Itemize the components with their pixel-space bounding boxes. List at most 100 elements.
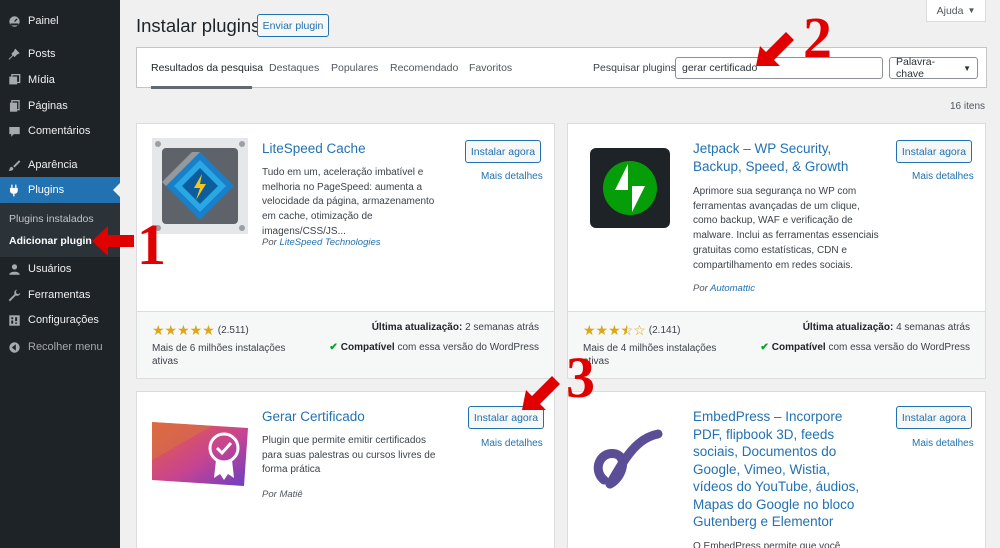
sidebar-item-paginas[interactable]: Páginas xyxy=(0,93,120,119)
rating-count: (2.511) xyxy=(217,325,249,336)
plugin-title[interactable]: LiteSpeed Cache xyxy=(262,140,366,158)
plugin-title-line: vídeos do YouTube, áudios, xyxy=(693,479,860,494)
plugin-title-line: Jetpack – WP Security, xyxy=(693,141,832,156)
sidebar-item-label: Plugins xyxy=(28,184,65,196)
settings-icon xyxy=(7,313,21,327)
plugin-title[interactable]: Gerar Certificado xyxy=(262,408,365,426)
more-details-link[interactable]: Mais detalhes xyxy=(481,438,543,449)
check-icon: ✔ xyxy=(329,342,338,353)
author-prefix: Por xyxy=(262,237,277,248)
install-now-button[interactable]: Instalar agora xyxy=(465,140,541,163)
plugin-title-line: Gutenberg e Elementor xyxy=(693,514,834,529)
page-title: Instalar plugins xyxy=(136,15,261,36)
sidebar-item-configuracoes[interactable]: Configurações xyxy=(0,307,120,333)
plugin-filter-bar: Resultados da pesquisa Destaques Popular… xyxy=(136,47,987,89)
collapse-menu-button[interactable]: Recolher menu xyxy=(0,334,120,360)
tab-search-results[interactable]: Resultados da pesquisa xyxy=(151,62,263,74)
sidebar-item-label: Configurações xyxy=(28,314,99,326)
plugin-icon xyxy=(7,183,21,197)
more-details-link[interactable]: Mais detalhes xyxy=(912,171,974,182)
plugin-description: O EmbedPress permite que você xyxy=(693,541,841,548)
plugin-author: Por LiteSpeed Technologies xyxy=(262,237,381,248)
author-link[interactable]: LiteSpeed Technologies xyxy=(279,237,380,248)
collapse-icon xyxy=(7,340,21,354)
author-name: Matiê xyxy=(279,489,303,500)
plugin-title-line: EmbedPress – Incorpore xyxy=(693,409,843,424)
last-updated: Última atualização: 4 semanas atrás xyxy=(803,322,970,333)
annotation-number-1: 1 xyxy=(137,212,166,277)
help-label: Ajuda xyxy=(936,4,964,17)
plugin-description: Plugin que permite emitir certificados p… xyxy=(262,435,436,476)
author-link[interactable]: Automattic xyxy=(710,283,755,294)
caret-down-icon: ▼ xyxy=(967,6,976,15)
plugin-card-gerar-certificado: Gerar Certificado Plugin que permite emi… xyxy=(136,391,555,548)
upload-plugin-button[interactable]: Enviar plugin xyxy=(257,14,329,37)
tab-recommended[interactable]: Recomendado xyxy=(390,62,458,74)
install-now-button[interactable]: Instalar agora xyxy=(468,406,544,429)
submenu-item-installed-plugins[interactable]: Plugins instalados xyxy=(9,213,94,225)
embedpress-logo-icon xyxy=(588,420,668,500)
brush-icon xyxy=(7,158,21,172)
plugin-title[interactable]: EmbedPress – Incorpore PDF, flipbook 3D,… xyxy=(693,408,859,531)
sidebar-item-ferramentas[interactable]: Ferramentas xyxy=(0,282,120,308)
dashboard-icon xyxy=(7,14,21,28)
plugin-card-litespeed: LiteSpeed Cache Tudo em um, aceleração i… xyxy=(136,123,555,379)
plugin-description: Aprimore sua segurança no WP com ferrame… xyxy=(693,186,879,271)
help-tab-button[interactable]: Ajuda ▼ xyxy=(926,0,986,22)
author-prefix: Por xyxy=(262,489,277,500)
sidebar-item-painel[interactable]: Painel xyxy=(0,8,120,34)
sidebar-item-label: Mídia xyxy=(28,74,55,86)
compatibility: ✔ Compatível com essa versão do WordPress xyxy=(760,342,970,353)
search-label: Pesquisar plugins xyxy=(593,62,676,74)
active-installs: Mais de 4 milhões instalações ativas xyxy=(583,343,717,367)
rating-count: (2.141) xyxy=(648,325,681,336)
last-updated-label: Última atualização: xyxy=(802,322,894,333)
sidebar-item-posts[interactable]: Posts xyxy=(0,41,120,67)
plugin-author: Por Automattic xyxy=(693,283,755,294)
star-rating-icon: ★★★☆★☆ xyxy=(583,322,646,338)
sidebar-item-plugins[interactable]: Plugins xyxy=(0,177,120,203)
tab-featured[interactable]: Destaques xyxy=(269,62,319,74)
sidebar-item-label: Usuários xyxy=(28,263,72,275)
plugins-submenu: Plugins instalados Adicionar plugin xyxy=(0,203,120,257)
install-now-button[interactable]: Instalar agora xyxy=(896,140,972,163)
install-now-button[interactable]: Instalar agora xyxy=(896,406,972,429)
sidebar-item-label: Páginas xyxy=(28,100,68,112)
more-details-link[interactable]: Mais detalhes xyxy=(912,438,974,449)
users-icon xyxy=(7,262,21,276)
chevron-down-icon: ▼ xyxy=(963,63,971,73)
search-input[interactable] xyxy=(675,57,883,79)
certificate-logo-icon xyxy=(152,420,248,488)
plugin-title[interactable]: Jetpack – WP Security, Backup, Speed, & … xyxy=(693,140,848,175)
plugin-title-line: Google, Vimeo, Wistia, xyxy=(693,461,831,477)
pin-icon xyxy=(7,47,21,61)
last-updated-value: 2 semanas atrás xyxy=(465,322,539,333)
active-tab-indicator xyxy=(151,86,252,89)
media-icon xyxy=(7,73,21,87)
plugin-author: Por Matiê xyxy=(262,489,303,500)
pages-icon xyxy=(7,99,21,113)
items-count: 16 itens xyxy=(950,101,986,112)
jetpack-logo-icon xyxy=(590,148,670,228)
sidebar-item-comentarios[interactable]: Comentários xyxy=(0,118,120,144)
plugin-title-line: sociais, Documentos do xyxy=(693,444,837,459)
search-type-select[interactable]: Palavra-chave ▼ xyxy=(889,56,978,80)
annotation-number-2: 2 xyxy=(803,5,832,70)
more-details-link[interactable]: Mais detalhes xyxy=(481,171,543,182)
tab-popular[interactable]: Populares xyxy=(331,62,378,74)
sidebar-item-aparencia[interactable]: Aparência xyxy=(0,152,120,178)
tab-favorites[interactable]: Favoritos xyxy=(469,62,512,74)
active-installs: Mais de 6 milhões instalações ativas xyxy=(152,343,286,367)
sidebar-item-midia[interactable]: Mídia xyxy=(0,67,120,93)
submenu-item-add-plugin[interactable]: Adicionar plugin xyxy=(9,235,92,247)
last-updated: Última atualização: 2 semanas atrás xyxy=(372,322,539,333)
plugin-card-footer: ★★★★★ (2.511) Mais de 6 milhões instalaç… xyxy=(137,311,554,378)
check-icon: ✔ xyxy=(760,342,769,353)
rating: ★★★☆★☆ (2.141) xyxy=(583,322,680,339)
sidebar-item-label: Comentários xyxy=(28,125,91,137)
plugin-description: Tudo em um, aceleração imbatível e melho… xyxy=(262,167,435,237)
star-rating-icon: ★★★★★ xyxy=(152,322,215,338)
collapse-menu-label: Recolher menu xyxy=(28,341,103,353)
sidebar-item-usuarios[interactable]: Usuários xyxy=(0,256,120,282)
author-prefix: Por xyxy=(693,283,708,294)
